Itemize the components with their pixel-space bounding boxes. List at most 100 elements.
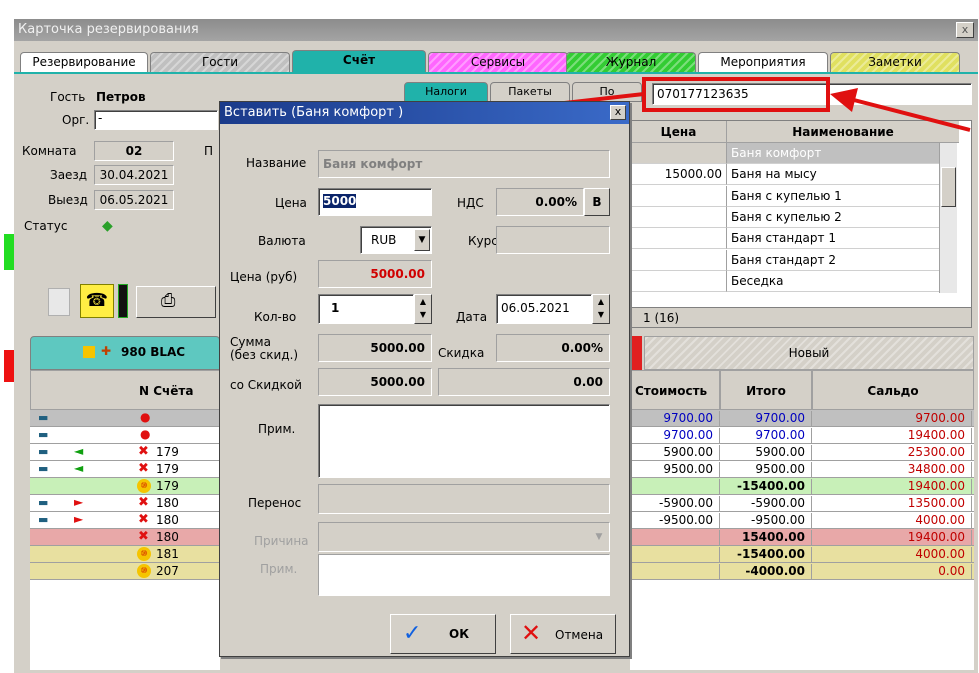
service-name[interactable]: Баня на мысу — [727, 164, 939, 186]
tab-account[interactable]: Счёт — [292, 50, 426, 72]
rate-field — [496, 226, 610, 254]
printer-button[interactable]: ⎙ — [136, 286, 216, 318]
account-row-values[interactable]: -15400.00 4000.00 — [630, 546, 974, 563]
date-stepper[interactable]: ▲ ▼ — [592, 294, 610, 324]
dialog-close-icon[interactable]: x — [610, 105, 626, 120]
note2-textarea[interactable] — [318, 554, 610, 596]
reason-chevron-icon: ▼ — [595, 532, 603, 542]
services-counter: 1 (16) — [643, 311, 680, 325]
account-row[interactable]: ▬ ◄ ✖ 179 — [30, 461, 220, 478]
tab-journal[interactable]: Журнал — [566, 52, 696, 72]
account-tab[interactable]: ✚ 980 BLAC — [30, 336, 220, 370]
services-footer: 1 (16) — [631, 307, 971, 327]
room-extra: П — [204, 144, 214, 158]
service-price[interactable] — [631, 249, 727, 271]
tab-notes[interactable]: Заметки — [830, 52, 960, 72]
account-row-values[interactable]: 15400.00 19400.00 — [630, 529, 974, 546]
tab-guests[interactable]: Гости — [150, 52, 290, 72]
with-discount-field: 5000.00 — [318, 368, 432, 396]
qty-stepper[interactable]: ▲ ▼ — [414, 294, 432, 324]
cancelled-icon: ✖ — [138, 444, 149, 459]
service-price[interactable]: 15000.00 — [631, 164, 727, 186]
reason-select[interactable]: ▼ — [318, 522, 610, 552]
note-textarea[interactable] — [318, 404, 610, 478]
account-cost — [630, 530, 720, 546]
tab-events[interactable]: Мероприятия — [698, 52, 828, 72]
ok-label: ОК — [449, 627, 470, 641]
cancel-button[interactable]: ✕ Отмена — [510, 614, 616, 654]
tab-reservation[interactable]: Резервирование — [20, 52, 148, 72]
price-input[interactable]: 5000 — [318, 188, 432, 216]
guest-name: Петров — [96, 90, 146, 104]
chevron-down-icon[interactable]: ▼ — [414, 229, 430, 251]
departure-label: Выезд — [48, 193, 88, 207]
account-row-values[interactable]: -9500.00 -9500.00 4000.00 — [630, 512, 974, 529]
account-row[interactable]: ▬ ● — [30, 410, 220, 427]
vat-field: 0.00% — [496, 188, 584, 216]
arrow-right-icon: ► — [74, 512, 84, 526]
qty-input[interactable]: 1 — [318, 294, 414, 324]
services-scrollbar[interactable] — [939, 143, 957, 293]
service-name[interactable]: Баня стандарт 2 — [727, 250, 939, 271]
service-price[interactable] — [631, 206, 727, 228]
account-row-values[interactable]: 9500.00 9500.00 34800.00 — [630, 461, 974, 478]
tab-services[interactable]: Сервисы — [428, 52, 568, 72]
bed-icon: ▬ — [38, 513, 49, 526]
service-price[interactable] — [631, 228, 727, 250]
account-row[interactable]: ⑩ 179 — [30, 478, 220, 495]
account-row[interactable]: ✖ 180 — [30, 529, 220, 546]
account-cost — [630, 479, 720, 495]
org-field[interactable]: - — [94, 110, 218, 130]
departure-field: 06.05.2021 — [94, 190, 174, 210]
service-price[interactable] — [631, 270, 727, 292]
account-row-values[interactable]: -15400.00 19400.00 — [630, 478, 974, 495]
bed-icon: ▬ — [38, 411, 49, 424]
account-row[interactable]: ⑩ 207 — [30, 563, 220, 580]
service-name[interactable]: Баня с купелью 2 — [727, 207, 939, 228]
arrow-right-line — [849, 97, 971, 132]
account-row[interactable]: ▬ ◄ ✖ 179 — [30, 444, 220, 461]
account-total: -9500.00 — [720, 513, 812, 529]
account-balance: 0.00 — [812, 564, 972, 580]
phone-icon[interactable]: ☎ — [80, 284, 114, 318]
service-name[interactable]: Баня с купелью 1 — [727, 186, 939, 207]
cancelled-icon: ✖ — [138, 512, 149, 527]
currency-select[interactable]: RUB ▼ — [360, 226, 432, 254]
close-button[interactable]: x — [956, 22, 974, 38]
scroll-thumb[interactable] — [941, 167, 956, 207]
date-input[interactable]: 06.05.2021 — [496, 294, 592, 324]
account-number: 179 — [156, 479, 179, 493]
service-name[interactable]: Беседка — [727, 271, 939, 292]
account-balance: 4000.00 — [812, 547, 972, 563]
org-label: Орг. — [62, 113, 90, 127]
account-total: 9500.00 — [720, 462, 812, 478]
check-icon: ✓ — [403, 621, 422, 646]
account-row[interactable]: ⑩ 181 — [30, 546, 220, 563]
cancelled-icon: ✖ — [138, 529, 149, 544]
account-row-values[interactable]: 9700.00 9700.00 19400.00 — [630, 427, 974, 444]
arrival-field: 30.04.2021 — [94, 165, 174, 185]
account-row-values[interactable]: 9700.00 9700.00 9700.00 — [630, 410, 974, 427]
new-account-tab[interactable]: Новый — [644, 336, 974, 370]
new-icon: ✚ — [101, 344, 112, 358]
ok-button[interactable]: ✓ ОК — [390, 614, 496, 654]
account-row[interactable]: ▬ ► ✖ 180 — [30, 512, 220, 529]
account-total: -15400.00 — [720, 479, 812, 495]
service-price[interactable] — [631, 185, 727, 207]
account-total: 9700.00 — [720, 411, 812, 427]
document-icon[interactable] — [48, 288, 70, 316]
account-cost: 9700.00 — [630, 428, 720, 444]
status-label: Статус — [24, 219, 68, 233]
account-row-values[interactable]: 5900.00 5900.00 25300.00 — [630, 444, 974, 461]
account-number: 181 — [156, 547, 179, 561]
cancel-label: Отмена — [555, 628, 604, 642]
vat-button[interactable]: В — [584, 188, 610, 216]
account-row-values[interactable]: -5900.00 -5900.00 13500.00 — [630, 495, 974, 512]
service-name[interactable]: Баня стандарт 1 — [727, 228, 939, 250]
account-row[interactable]: ▬ ► ✖ 180 — [30, 495, 220, 512]
total-header: Итого — [720, 370, 812, 410]
account-total: 15400.00 — [720, 530, 812, 546]
account-total: -15400.00 — [720, 547, 812, 563]
account-row[interactable]: ▬ ● — [30, 427, 220, 444]
account-row-values[interactable]: -4000.00 0.00 — [630, 563, 974, 580]
